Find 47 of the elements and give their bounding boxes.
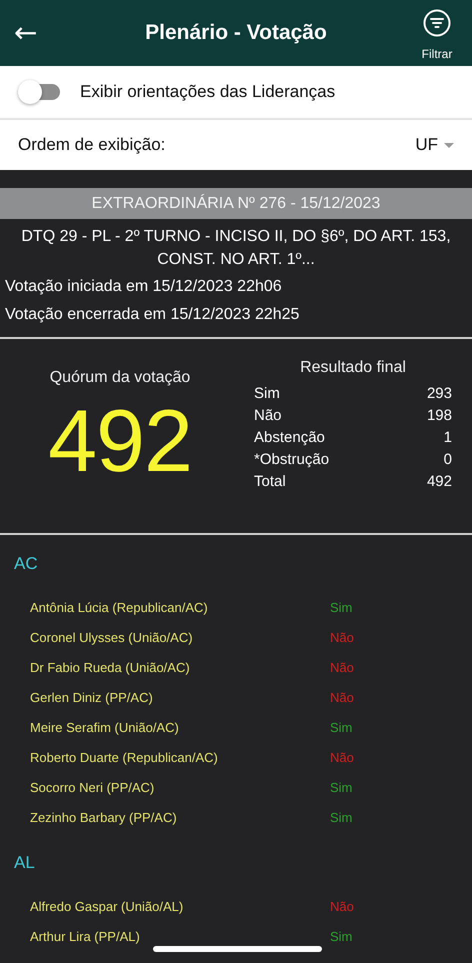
deputy-name: Alfredo Gaspar (União/AL) bbox=[29, 898, 184, 914]
result-label: Total bbox=[254, 472, 286, 492]
deputy-name: Socorro Neri (PP/AC) bbox=[29, 780, 156, 794]
state-heading: AC bbox=[13, 553, 39, 575]
vote-value: Não bbox=[330, 898, 354, 914]
end-time: Votação encerrada em 15/12/2023 22h25 bbox=[4, 305, 300, 325]
result-count: 293 bbox=[426, 384, 452, 404]
deputy-name: Antônia Lúcia (Republican/AC) bbox=[29, 600, 209, 614]
deputy-name: Gerlen Diniz (PP/AC) bbox=[29, 690, 154, 704]
result-count: 492 bbox=[426, 472, 452, 492]
caret-icon bbox=[444, 142, 454, 148]
quorum-count: 492 bbox=[48, 397, 192, 485]
result-count: 0 bbox=[444, 450, 452, 470]
deputy-name: Coronel Ulysses (União/AC) bbox=[29, 630, 194, 644]
result-label: *Obstrução bbox=[254, 450, 330, 470]
filter-icon bbox=[423, 9, 451, 37]
vote-value: Sim bbox=[330, 928, 352, 944]
result-label: Abstenção bbox=[254, 428, 325, 448]
screen-title: Plenário - Votação bbox=[144, 21, 328, 45]
result-label: Sim bbox=[254, 384, 280, 404]
start-time: Votação iniciada em 15/12/2023 22h06 bbox=[4, 277, 283, 297]
order-label: Ordem de exibição: bbox=[18, 135, 166, 155]
result-label: Não bbox=[254, 406, 282, 426]
vote-value: Sim bbox=[330, 720, 352, 734]
vote-value: Não bbox=[330, 630, 354, 644]
deputy-name: Arthur Lira (PP/AL) bbox=[29, 928, 141, 944]
vote-value: Não bbox=[330, 660, 354, 674]
result-title: Resultado final bbox=[299, 359, 407, 377]
deputy-name: Meire Serafim (União/AC) bbox=[29, 720, 180, 734]
deputy-name: Zezinho Barbary (PP/AC) bbox=[29, 810, 178, 824]
vote-value: Sim bbox=[330, 600, 352, 614]
back-button[interactable]: ← bbox=[14, 18, 54, 48]
deputy-name: Roberto Duarte (Republican/AC) bbox=[29, 750, 219, 764]
toggle-label: Exibir orientações das Lideranças bbox=[80, 82, 336, 102]
vote-value: Sim bbox=[330, 780, 352, 794]
deputy-name: Dr Fabio Rueda (União/AC) bbox=[29, 660, 191, 674]
result-count: 198 bbox=[426, 406, 452, 426]
vote-description: DTQ 29 - PL - 2º TURNO - INCISO II, DO §6º, DO ART. 153, CONST. NO ART. 1º... bbox=[20, 227, 452, 270]
order-dropdown[interactable]: UF bbox=[415, 135, 454, 155]
session-banner: EXTRAORDINÁRIA Nº 276 - 15/12/2023 bbox=[0, 188, 472, 219]
vote-value: Sim bbox=[330, 810, 352, 824]
vote-value: Não bbox=[330, 690, 354, 704]
quorum-label: Quórum da votação bbox=[50, 369, 190, 387]
state-heading: AL bbox=[13, 852, 36, 874]
vote-value: Não bbox=[330, 750, 354, 764]
result-count: 1 bbox=[444, 428, 452, 448]
filter-button[interactable]: Filtrar bbox=[408, 9, 466, 61]
